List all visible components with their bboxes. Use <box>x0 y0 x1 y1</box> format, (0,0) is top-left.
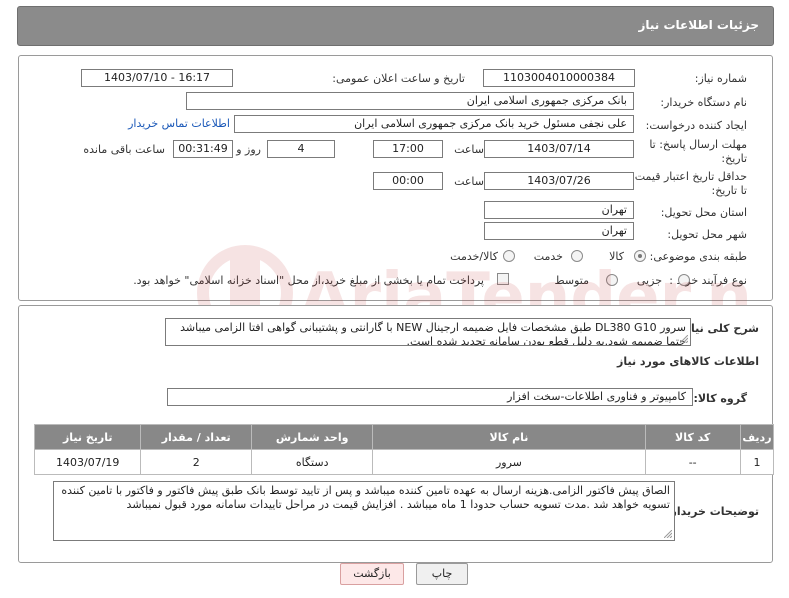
category-option-service: خدمت <box>533 250 563 263</box>
cell-need-date: 1403/07/19 <box>33 449 142 475</box>
col-need-date: تاریخ نیاز <box>33 424 142 450</box>
col-unit: واحد شمارش <box>250 424 374 450</box>
remaining-time-label: ساعت باقی مانده <box>83 143 165 156</box>
goods-group-label: گروه کالا: <box>693 392 747 405</box>
description-textarea[interactable]: سرور DL380 G10 طبق مشخصات فایل ضمیمه ارج… <box>165 318 691 346</box>
category-label: طبقه بندی موضوعی: <box>649 250 747 263</box>
city-label: شهر محل تحویل: <box>667 228 747 241</box>
print-button[interactable]: چاپ <box>416 563 468 585</box>
price-validity-label: حداقل تاریخ اعتبار قیمت: تا تاریخ: <box>631 170 747 197</box>
category-option-goods: کالا <box>609 250 624 263</box>
back-button[interactable]: بازگشت <box>340 563 404 585</box>
col-name: نام کالا <box>372 424 646 450</box>
process-option-medium: متوسط <box>554 274 589 287</box>
process-option-minor: جزیی <box>636 274 662 287</box>
goods-section-title: اطلاعات کالاهای مورد نیاز <box>617 355 759 368</box>
resize-grip-icon[interactable] <box>680 335 688 343</box>
col-code: کد کالا <box>644 424 741 450</box>
announce-datetime-label: تاریخ و ساعت اعلان عمومی: <box>332 72 465 85</box>
treasury-payment-note: پرداخت تمام یا بخشی از مبلغ خرید،از محل … <box>133 274 484 287</box>
buyer-org-field: بانک مرکزی جمهوری اسلامی ایران <box>186 92 634 110</box>
cell-name: سرور <box>372 449 646 475</box>
remaining-time-field: 00:31:49 <box>173 140 233 158</box>
need-number-label: شماره نیاز: <box>694 72 747 85</box>
buyer-notes-textarea[interactable]: الصاق پیش فاکتور الزامی.هزینه ارسال به ع… <box>53 481 675 541</box>
need-number-field: 1103004010000384 <box>483 69 635 87</box>
requester-field: علی نجفی مسئول خرید بانک مرکزی جمهوری اس… <box>234 115 634 133</box>
category-radio-service[interactable] <box>571 250 583 262</box>
reply-deadline-time-field: 17:00 <box>373 140 443 158</box>
description-label: شرح کلی نیاز: <box>680 322 759 335</box>
goods-table-header: ردیف کد کالا نام کالا واحد شمارش تعداد /… <box>33 424 775 450</box>
category-radio-goods-service[interactable] <box>503 250 515 262</box>
requester-label: ایجاد کننده درخواست: <box>645 119 747 132</box>
col-quantity: تعداد / مقدار <box>140 424 252 450</box>
col-row: ردیف <box>739 424 775 450</box>
province-field: تهران <box>484 201 634 219</box>
cell-unit: دستگاه <box>250 449 374 475</box>
goods-table: ردیف کد کالا نام کالا واحد شمارش تعداد /… <box>33 424 775 475</box>
process-radio-medium[interactable] <box>606 274 618 286</box>
description-text: سرور DL380 G10 طبق مشخصات فایل ضمیمه ارج… <box>180 321 686 346</box>
buyer-contact-link[interactable]: اطلاعات تماس خریدار <box>128 117 230 130</box>
goods-group-field: کامپیوتر و فناوری اطلاعات-سخت افزار <box>167 388 693 406</box>
treasury-payment-checkbox[interactable] <box>497 273 509 285</box>
reply-deadline-date-field: 1403/07/14 <box>484 140 634 158</box>
province-label: استان محل تحویل: <box>660 206 747 219</box>
reply-days-label: روز و <box>236 143 261 156</box>
buyer-org-label: نام دستگاه خریدار: <box>660 96 747 109</box>
reply-deadline-label: مهلت ارسال پاسخ: تا تاریخ: <box>649 138 747 165</box>
category-option-goods-service: کالا/خدمت <box>450 250 498 263</box>
price-validity-time-label: ساعت <box>454 175 484 188</box>
city-field: تهران <box>484 222 634 240</box>
reply-deadline-time-label: ساعت <box>454 143 484 156</box>
buyer-notes-label: توضیحات خریدار: <box>666 505 759 518</box>
price-validity-time-field: 00:00 <box>373 172 443 190</box>
announce-datetime-field: 1403/07/10 - 16:17 <box>81 69 233 87</box>
process-radio-minor[interactable] <box>678 274 690 286</box>
buyer-notes-text: الصاق پیش فاکتور الزامی.هزینه ارسال به ع… <box>61 484 670 511</box>
table-row: 1 -- سرور دستگاه 2 1403/07/19 <box>33 449 775 475</box>
cell-code: -- <box>644 449 741 475</box>
resize-grip-icon[interactable] <box>664 530 672 538</box>
reply-days-field: 4 <box>267 140 335 158</box>
cell-row: 1 <box>739 449 775 475</box>
cell-quantity: 2 <box>140 449 252 475</box>
page-header: جزئیات اطلاعات نیاز <box>17 6 774 46</box>
page-title: جزئیات اطلاعات نیاز <box>638 18 759 32</box>
category-radio-goods[interactable] <box>634 250 646 262</box>
price-validity-date-field: 1403/07/26 <box>484 172 634 190</box>
